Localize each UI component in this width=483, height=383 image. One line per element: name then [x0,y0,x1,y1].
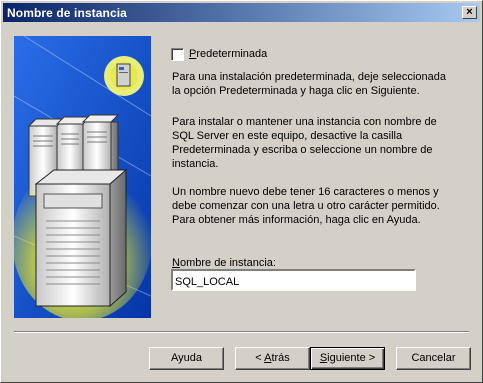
button-separator [14,331,469,333]
mnemonic-char: A [264,352,272,364]
instruction-paragraph-named: Para instalar o mantener una instancia c… [172,116,437,170]
instruction-paragraph-rules: Un nombre nuevo debe tener 16 caracteres… [172,186,440,226]
mnemonic-char: S [319,352,328,364]
instance-name-input[interactable] [171,269,416,291]
back-button-label: < Atrás [255,352,290,364]
checkbox-box[interactable] [171,48,184,61]
next-button-label: Siguiente > [319,352,376,364]
servers-graphic-icon [14,36,151,318]
cancel-button[interactable]: Cancelar [396,347,471,370]
default-instance-label-rest: redeterminada [196,48,268,60]
instance-name-label: Nombre de instancia: [172,257,276,269]
close-button[interactable]: × [462,6,477,19]
next-button[interactable]: Siguiente > [310,347,385,370]
server-illustration [14,36,151,318]
setup-dialog: Nombre de instancia × Predeterminada Par… [0,0,483,383]
back-button[interactable]: < Atrás [235,347,310,370]
default-instance-label: Predeterminada [189,48,267,60]
close-icon: × [466,6,473,18]
window-title: Nombre de instancia [7,6,127,20]
instance-name-label-rest: ombre de instancia: [179,257,276,269]
title-bar: Nombre de instancia × [3,3,480,22]
help-button[interactable]: Ayuda [149,347,224,370]
instruction-paragraph-default: Para una instalación predeterminada, dej… [172,71,446,97]
instance-name-mnemonic: N [172,257,180,269]
